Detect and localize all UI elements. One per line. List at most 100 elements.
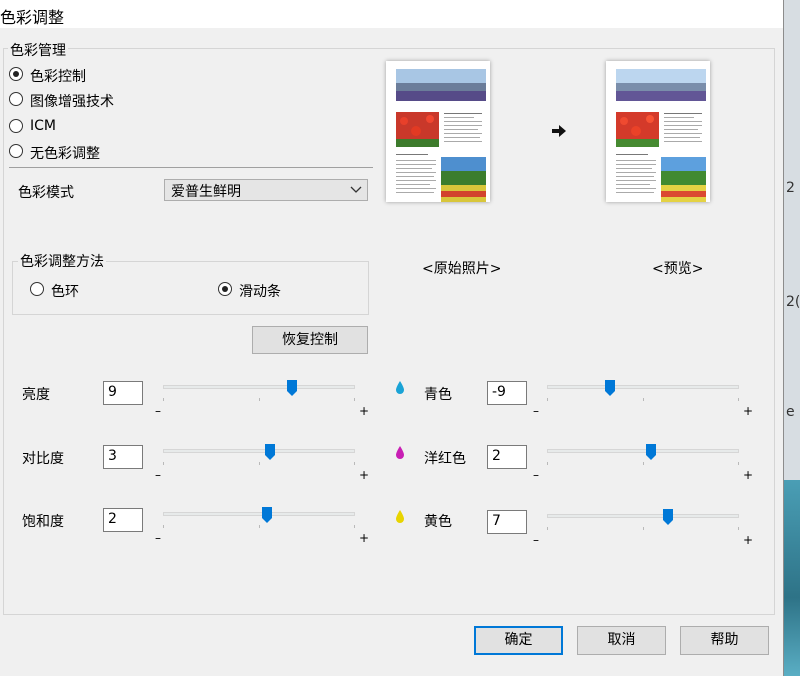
contrast-slider-thumb[interactable] bbox=[265, 444, 275, 460]
slider-tick bbox=[643, 398, 644, 401]
yellow-slider-track[interactable] bbox=[547, 514, 739, 518]
cyan-label: 青色 bbox=[424, 387, 452, 403]
slider-tick bbox=[738, 398, 739, 401]
color-mode-label: 色彩模式 bbox=[18, 185, 74, 201]
yellow-drop-icon bbox=[396, 510, 404, 523]
radio-icm[interactable]: ICM bbox=[9, 118, 169, 136]
background-image-strip bbox=[784, 480, 800, 676]
slider-tick bbox=[163, 525, 164, 528]
slider-tick bbox=[643, 462, 644, 465]
slider-max-label: + bbox=[359, 468, 370, 482]
yellow-input[interactable]: 7 bbox=[487, 510, 527, 534]
saturation-input[interactable]: 2 bbox=[103, 508, 143, 532]
slider-max-label: + bbox=[743, 468, 754, 482]
separator bbox=[9, 167, 373, 168]
contrast-input[interactable]: 3 bbox=[103, 445, 143, 469]
color-adjustment-dialog: 色彩调整 色彩管理 色彩控制 图像增强技术 ICM 无色彩调整 色彩模式 爱普生… bbox=[0, 0, 784, 676]
slider-min-label: – bbox=[155, 404, 161, 418]
original-photo-label: <原始照片> bbox=[422, 261, 502, 277]
slider-tick bbox=[643, 527, 644, 530]
saturation-label: 饱和度 bbox=[22, 514, 64, 530]
preview-photo-thumbnail bbox=[606, 61, 710, 202]
slider-tick bbox=[163, 398, 164, 401]
cyan-drop-icon bbox=[396, 381, 404, 394]
slider-max-label: + bbox=[359, 404, 370, 418]
slider-tick bbox=[354, 525, 355, 528]
help-button[interactable]: 帮助 bbox=[680, 626, 769, 655]
saturation-slider-track[interactable] bbox=[163, 512, 355, 516]
color-mode-select[interactable]: 爱普生鲜明 bbox=[164, 179, 368, 201]
slider-max-label: + bbox=[743, 533, 754, 547]
ok-button[interactable]: 确定 bbox=[474, 626, 563, 655]
slider-max-label: + bbox=[359, 531, 370, 545]
slider-tick bbox=[547, 462, 548, 465]
radio-label: 色环 bbox=[51, 284, 79, 300]
background-text: e bbox=[786, 404, 795, 420]
slider-tick bbox=[738, 462, 739, 465]
radio-button[interactable] bbox=[218, 282, 232, 296]
slider-tick bbox=[354, 398, 355, 401]
background-text: 2 bbox=[786, 180, 795, 196]
color-management-title: 色彩管理 bbox=[8, 40, 68, 60]
slider-tick bbox=[259, 398, 260, 401]
chevron-down-icon bbox=[350, 186, 362, 193]
radio-button[interactable] bbox=[9, 92, 23, 106]
slider-tick bbox=[259, 525, 260, 528]
arrow-right-icon bbox=[552, 125, 566, 137]
slider-min-label: – bbox=[533, 533, 539, 547]
radio-label: 色彩控制 bbox=[30, 69, 86, 85]
slider-tick bbox=[547, 527, 548, 530]
radio-label: 图像增强技术 bbox=[30, 94, 114, 110]
adjust-method-title: 色彩调整方法 bbox=[18, 251, 106, 271]
radio-button[interactable] bbox=[9, 67, 23, 81]
magenta-label: 洋红色 bbox=[424, 451, 466, 467]
slider-tick bbox=[738, 527, 739, 530]
radio-button[interactable] bbox=[30, 282, 44, 296]
color-mode-value: 爱普生鲜明 bbox=[171, 184, 241, 200]
magenta-slider-thumb[interactable] bbox=[646, 444, 656, 460]
cyan-slider-thumb[interactable] bbox=[605, 380, 615, 396]
slider-tick bbox=[354, 462, 355, 465]
slider-min-label: – bbox=[155, 531, 161, 545]
brightness-slider-track[interactable] bbox=[163, 385, 355, 389]
preview-label: <预览> bbox=[652, 261, 704, 277]
radio-label: 无色彩调整 bbox=[30, 146, 100, 162]
slider-tick bbox=[163, 462, 164, 465]
brightness-slider-thumb[interactable] bbox=[287, 380, 297, 396]
yellow-label: 黄色 bbox=[424, 514, 452, 530]
slider-min-label: – bbox=[533, 468, 539, 482]
radio-image-enhancement[interactable]: 图像增强技术 bbox=[9, 91, 169, 110]
cyan-slider-track[interactable] bbox=[547, 385, 739, 389]
radio-slider[interactable]: 滑动条 bbox=[218, 281, 338, 300]
saturation-slider-thumb[interactable] bbox=[262, 507, 272, 523]
slider-max-label: + bbox=[743, 404, 754, 418]
magenta-drop-icon bbox=[396, 446, 404, 459]
radio-color-control[interactable]: 色彩控制 bbox=[9, 66, 169, 85]
slider-min-label: – bbox=[155, 468, 161, 482]
slider-tick bbox=[547, 398, 548, 401]
title-bar: 色彩调整 bbox=[0, 0, 783, 28]
original-photo-thumbnail bbox=[386, 61, 490, 202]
slider-tick bbox=[259, 462, 260, 465]
window-title: 色彩调整 bbox=[0, 8, 65, 27]
contrast-label: 对比度 bbox=[22, 451, 64, 467]
preview-photo-image bbox=[606, 61, 710, 202]
radio-label: 滑动条 bbox=[239, 284, 281, 300]
cyan-input[interactable]: -9 bbox=[487, 381, 527, 405]
radio-button[interactable] bbox=[9, 144, 23, 158]
background-text: 2( bbox=[786, 294, 800, 310]
radio-label: ICM bbox=[30, 118, 56, 134]
reset-controls-button[interactable]: 恢复控制 bbox=[252, 326, 368, 354]
contrast-slider-track[interactable] bbox=[163, 449, 355, 453]
slider-min-label: – bbox=[533, 404, 539, 418]
radio-button[interactable] bbox=[9, 119, 23, 133]
cancel-button[interactable]: 取消 bbox=[577, 626, 666, 655]
radio-color-circle[interactable]: 色环 bbox=[30, 281, 150, 300]
magenta-slider-track[interactable] bbox=[547, 449, 739, 453]
magenta-input[interactable]: 2 bbox=[487, 445, 527, 469]
brightness-input[interactable]: 9 bbox=[103, 381, 143, 405]
yellow-slider-thumb[interactable] bbox=[663, 509, 673, 525]
radio-no-color-adjustment[interactable]: 无色彩调整 bbox=[9, 143, 169, 162]
brightness-label: 亮度 bbox=[22, 387, 50, 403]
original-photo-image bbox=[386, 61, 490, 202]
